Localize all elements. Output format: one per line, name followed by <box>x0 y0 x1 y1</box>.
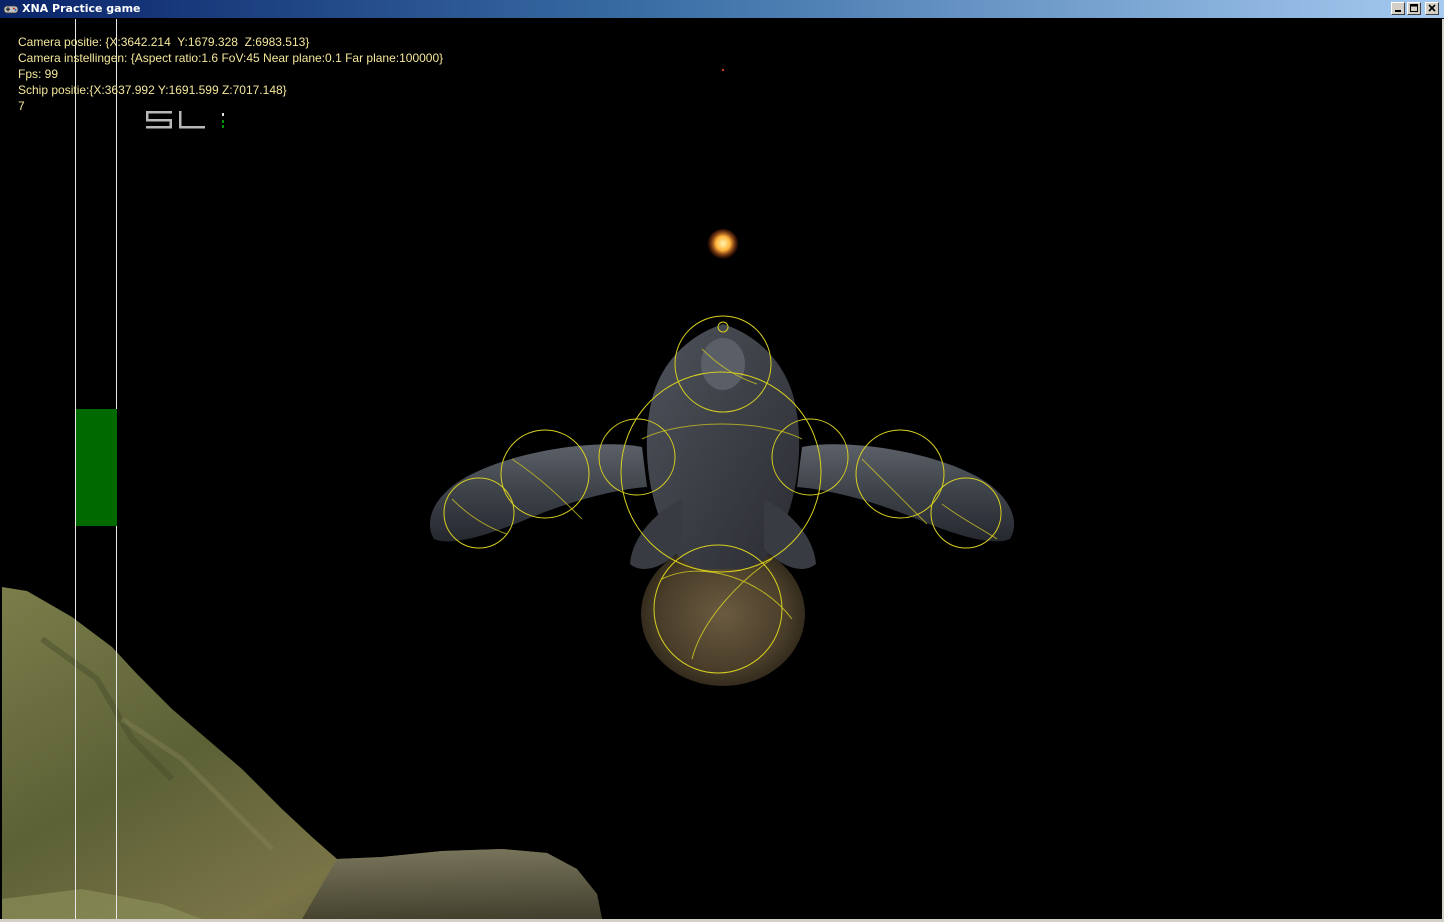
counter-text: 7 <box>18 99 25 113</box>
camera-settings-text: Camera instellingen: {Aspect ratio:1.6 F… <box>18 51 444 65</box>
close-icon <box>1428 4 1436 12</box>
right-wing <box>797 444 1015 542</box>
player-ship <box>429 324 1015 686</box>
game-window: XNA Practice game Camera positie: {X:364… <box>0 0 1444 922</box>
sun <box>707 229 739 261</box>
maximize-button[interactable] <box>1407 2 1421 15</box>
camera-position-text: Camera positie: {X:3642.214 Y:1679.328 Z… <box>18 35 310 49</box>
maximize-icon <box>1410 4 1418 12</box>
title-bar[interactable]: XNA Practice game <box>0 0 1444 18</box>
left-wing <box>429 444 647 542</box>
game-scene <box>2 68 1015 919</box>
close-button[interactable] <box>1425 2 1439 15</box>
game-viewport[interactable]: Camera positie: {X:3642.214 Y:1679.328 Z… <box>2 19 1444 919</box>
minimize-button[interactable] <box>1391 2 1405 15</box>
gamepad-icon <box>3 5 19 14</box>
fps-text: Fps: 99 <box>18 67 59 81</box>
window-title: XNA Practice game <box>22 2 141 15</box>
minimize-icon <box>1395 10 1401 12</box>
cockpit <box>701 338 745 390</box>
sl-logo <box>146 111 224 129</box>
distant-star <box>721 68 725 72</box>
ship-position-text: Schip positie:{X:3637.992 Y:1691.599 Z:7… <box>18 83 287 97</box>
gauge-fill <box>76 408 117 526</box>
